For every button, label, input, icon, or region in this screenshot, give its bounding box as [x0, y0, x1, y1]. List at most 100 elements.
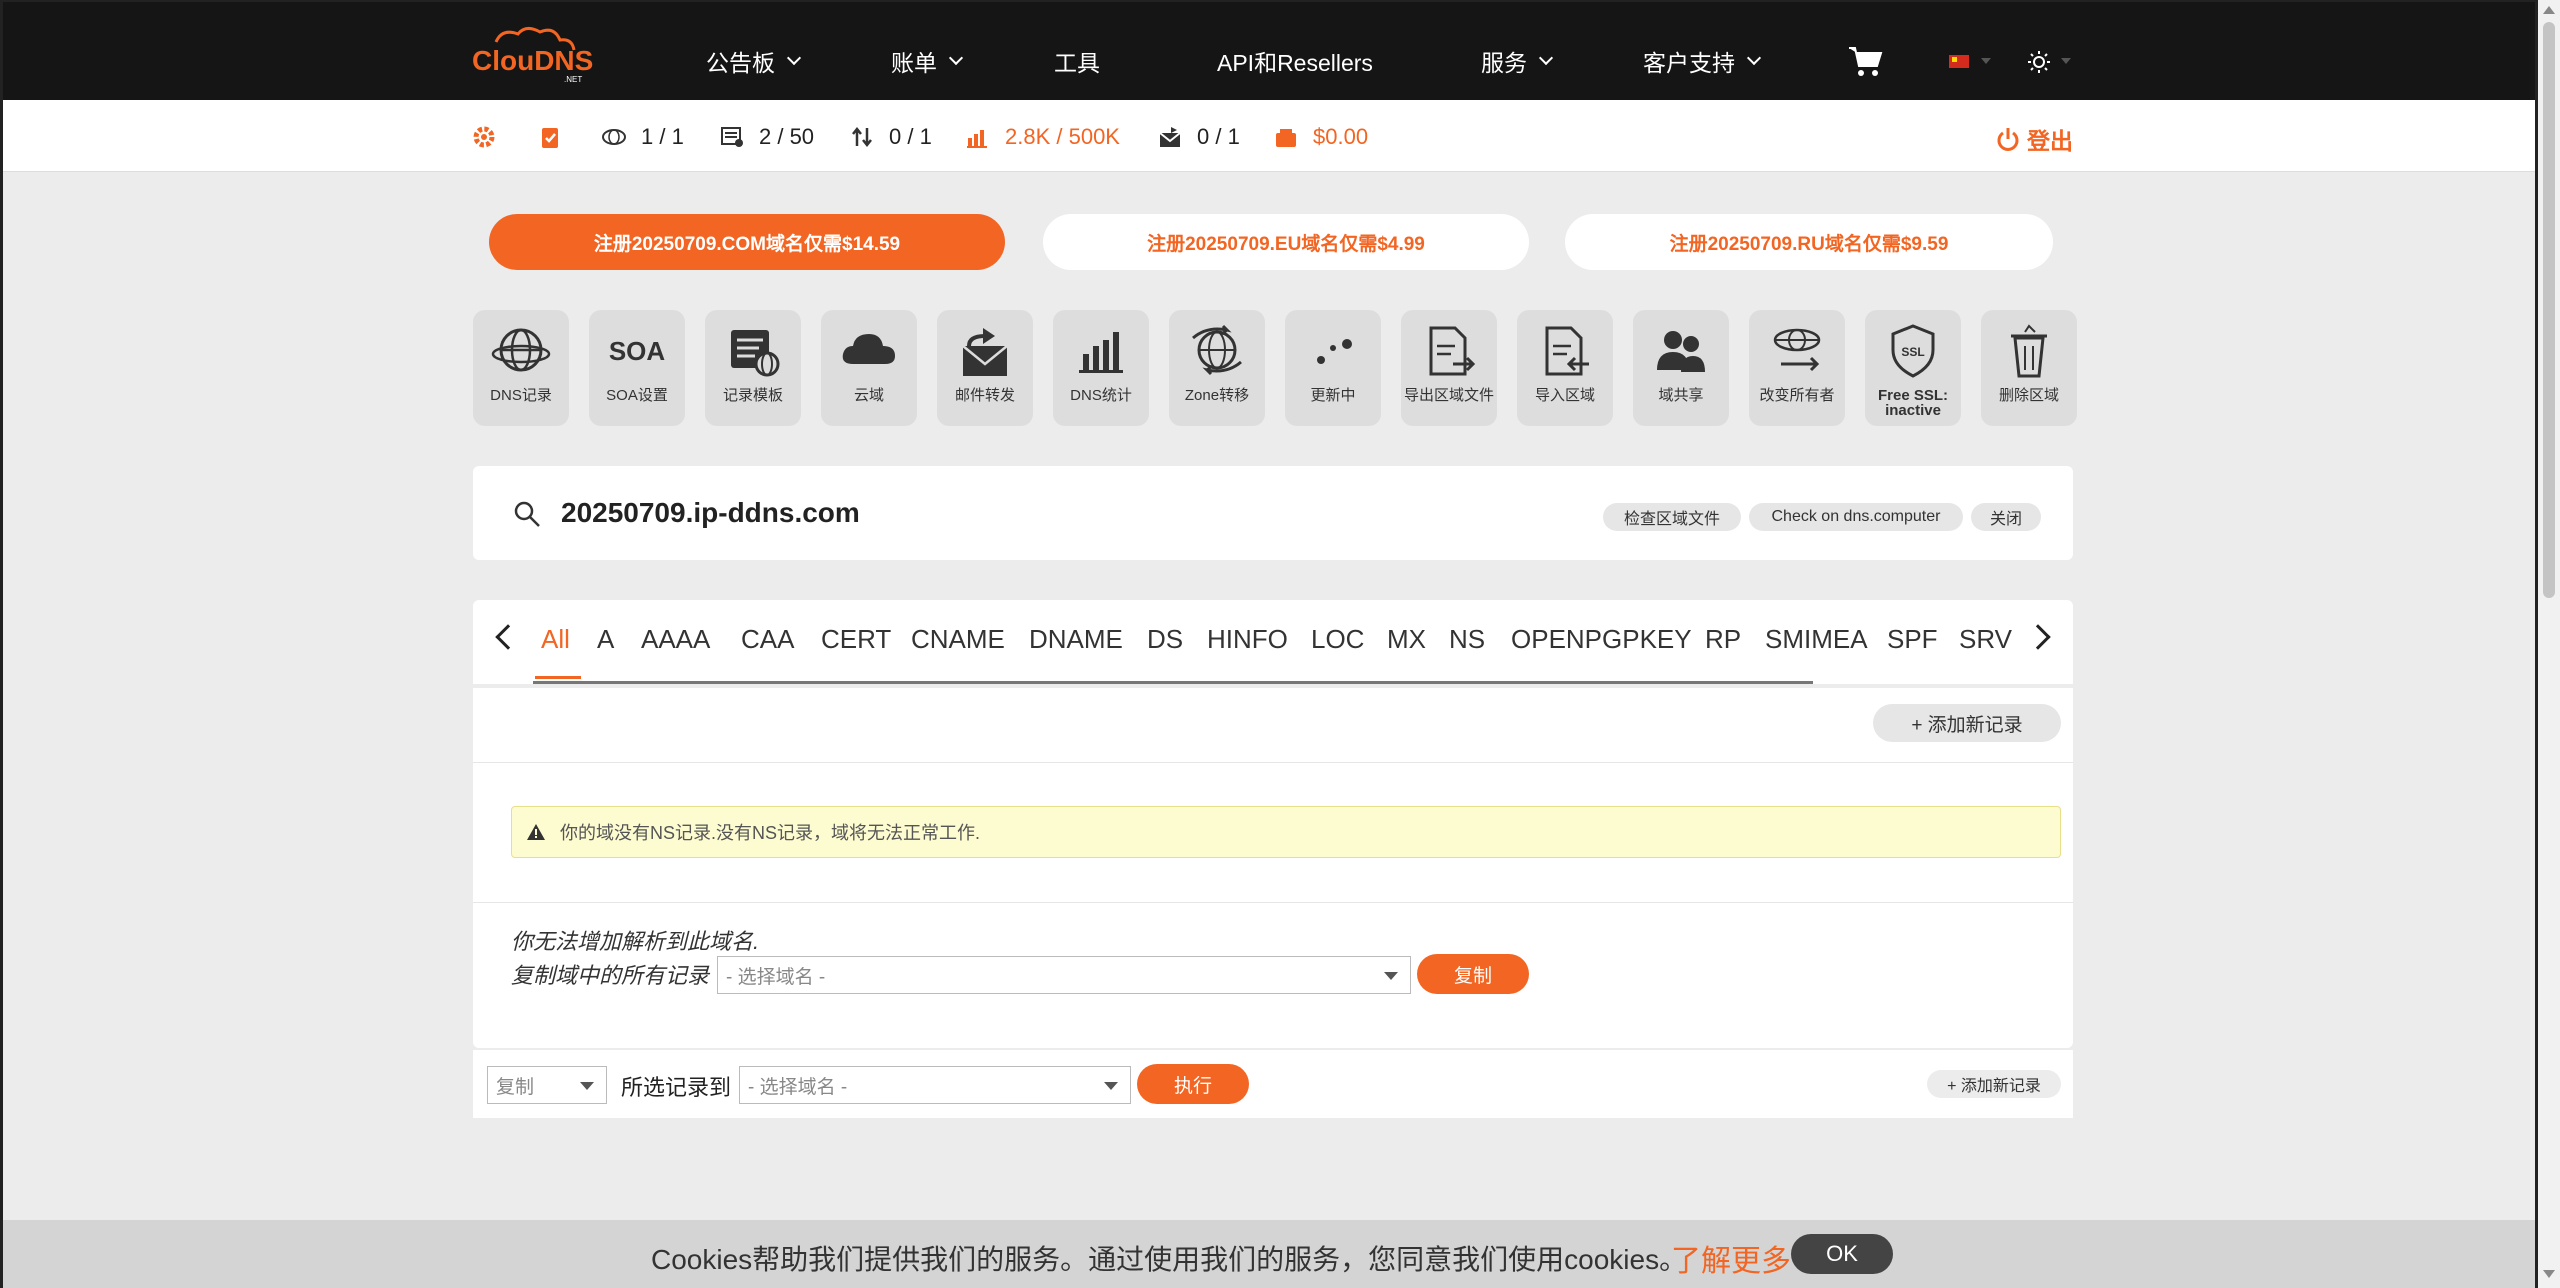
target-domain-select[interactable]: - 选择域名 - — [739, 1066, 1131, 1104]
warning-text: 你的域没有NS记录.没有NS记录，域将无法正常工作. — [560, 823, 981, 843]
tool-export-zone[interactable]: 导出区域文件 — [1401, 310, 1497, 426]
add-record-button[interactable]: + 添加新记录 — [1873, 704, 2061, 742]
top-navigation: ClouDNS .NET 公告板 账单 工具 API和Resellers 服务 … — [3, 2, 2535, 100]
tool-domain-sharing[interactable]: 域共享 — [1633, 310, 1729, 426]
globe-icon — [491, 328, 551, 372]
tab-hinfo[interactable]: HINFO — [1207, 624, 1288, 655]
tab-cname[interactable]: CNAME — [911, 624, 1005, 655]
check-dns-computer-button[interactable]: Check on dns.computer — [1749, 503, 1963, 531]
tab-mx[interactable]: MX — [1387, 624, 1426, 655]
tool-change-owner[interactable]: 改变所有者 — [1749, 310, 1845, 426]
nav-services[interactable]: 服务 — [1481, 44, 1554, 78]
divider — [473, 902, 2073, 903]
clipboard-check-icon[interactable] — [537, 124, 563, 150]
gear-icon[interactable] — [471, 124, 497, 150]
tool-delete-zone[interactable]: 删除区域 — [1981, 310, 2077, 426]
tab-cert[interactable]: CERT — [821, 624, 891, 655]
divider — [473, 762, 2073, 763]
tool-soa-settings[interactable]: SOA SOA设置 — [589, 310, 685, 426]
records-panel: + 添加新记录 你的域没有NS记录.没有NS记录，域将无法正常工作. 你无法增加… — [473, 688, 2073, 1048]
scroll-thumb[interactable] — [2543, 22, 2555, 598]
tool-dns-records[interactable]: DNS记录 — [473, 310, 569, 426]
check-zone-file-button[interactable]: 检查区域文件 — [1603, 503, 1741, 531]
tool-label: SOA设置 — [606, 387, 668, 404]
chevron-left-icon[interactable] — [495, 624, 521, 650]
nav-label: 账单 — [891, 50, 937, 76]
tool-dns-stats[interactable]: DNS统计 — [1053, 310, 1149, 426]
tool-label: 邮件转发 — [954, 387, 1015, 404]
nav-support[interactable]: 客户支持 — [1643, 44, 1762, 78]
tool-record-templates[interactable]: 记录模板 — [705, 310, 801, 426]
nav-api-resellers[interactable]: API和Resellers — [1217, 44, 1373, 78]
copy-button[interactable]: 复制 — [1417, 954, 1529, 994]
copy-all-label: 复制域中的所有记录 — [511, 963, 710, 988]
tab-ns[interactable]: NS — [1449, 624, 1485, 655]
logout-label: 登出 — [2027, 128, 2073, 154]
page-scrollbar[interactable] — [2538, 0, 2560, 1288]
bulk-action-select[interactable]: 复制 — [487, 1066, 607, 1104]
select-value: - 选择域名 - — [726, 966, 826, 988]
bar-chart-icon — [1079, 332, 1123, 373]
tool-label: 导出区域文件 — [1403, 387, 1494, 404]
sun-icon[interactable] — [2027, 50, 2051, 74]
tool-free-ssl[interactable]: SSL Free SSL: inactive — [1865, 310, 1961, 426]
nav-label: 工具 — [1054, 50, 1100, 76]
pill-label: 关闭 — [1989, 511, 2022, 528]
stat-queries-value: 2.8K / 500K — [1005, 124, 1120, 149]
globe-icon — [602, 129, 626, 145]
tabs-scrollbar[interactable] — [533, 681, 1813, 684]
tab-spf[interactable]: SPF — [1887, 624, 1938, 655]
add-record-small-button[interactable]: + 添加新记录 — [1927, 1070, 2061, 1098]
search-icon[interactable] — [513, 500, 541, 528]
promo-ru-button[interactable]: 注册20250709.RU域名仅需$9.59 — [1565, 214, 2053, 270]
tab-rp[interactable]: RP — [1705, 624, 1741, 655]
tab-smimea[interactable]: SMIMEA — [1765, 624, 1868, 655]
scroll-up-arrow-icon[interactable] — [2543, 6, 2555, 14]
copy-domain-select[interactable]: - 选择域名 - — [717, 956, 1411, 994]
flag-cn-icon[interactable] — [1949, 55, 1969, 68]
nav-label: 公告板 — [706, 50, 775, 76]
tab-loc[interactable]: LOC — [1311, 624, 1364, 655]
pill-label: 检查区域文件 — [1623, 511, 1720, 528]
cookie-banner: Cookies帮助我们提供我们的服务。通过使用我们的服务，您同意我们使用cook… — [3, 1220, 2535, 1288]
add-record-label: + 添加新记录 — [1911, 714, 2023, 736]
tab-openpgpkey[interactable]: OPENPGPKEY — [1511, 624, 1692, 655]
promo-label: 注册20250709.RU域名仅需$9.59 — [1669, 233, 1949, 255]
tool-updating[interactable]: 更新中 — [1285, 310, 1381, 426]
promo-eu-button[interactable]: 注册20250709.EU域名仅需$4.99 — [1043, 214, 1529, 270]
tool-mail-forwarding[interactable]: 邮件转发 — [937, 310, 1033, 426]
nav-tools[interactable]: 工具 — [1054, 44, 1100, 78]
tab-aaaa[interactable]: AAAA — [641, 624, 710, 655]
tool-import-zone[interactable]: 导入区域 — [1517, 310, 1613, 426]
nav-billing[interactable]: 账单 — [891, 44, 964, 78]
export-file-icon — [1429, 326, 1476, 376]
cookie-ok-button[interactable]: OK — [1791, 1234, 1893, 1274]
scroll-down-arrow-icon[interactable] — [2543, 1270, 2555, 1278]
ns-warning-alert: 你的域没有NS记录.没有NS记录，域将无法正常工作. — [511, 806, 2061, 858]
learn-more-link[interactable]: 了解更多 — [1671, 1236, 1791, 1280]
chevron-down-icon — [2061, 58, 2071, 64]
nav-bulletin[interactable]: 公告板 — [706, 44, 802, 78]
copy-label: 复制 — [1453, 965, 1492, 987]
cart-icon[interactable] — [1847, 44, 1883, 78]
tab-dname[interactable]: DNAME — [1029, 624, 1123, 655]
tool-cloud-domains[interactable]: 云域 — [821, 310, 917, 426]
tool-zone-transfer[interactable]: Zone转移 — [1169, 310, 1265, 426]
tab-ds[interactable]: DS — [1147, 624, 1183, 655]
cloudns-logo[interactable]: ClouDNS .NET — [468, 24, 598, 84]
chevron-down-icon — [1981, 58, 1991, 64]
svg-text:SOA: SOA — [609, 336, 666, 366]
tab-caa[interactable]: CAA — [741, 624, 794, 655]
execute-button[interactable]: 执行 — [1137, 1064, 1249, 1104]
promo-com-button[interactable]: 注册20250709.COM域名仅需$14.59 — [489, 214, 1005, 270]
ssl-shield-icon: SSL — [1891, 324, 1935, 378]
tab-a[interactable]: A — [597, 624, 614, 655]
close-button[interactable]: 关闭 — [1971, 503, 2041, 531]
stat-zones: 1 / 1 — [601, 124, 684, 150]
warning-icon — [527, 824, 545, 840]
tab-srv[interactable]: SRV — [1959, 624, 2012, 655]
chevron-down-icon — [1746, 50, 1762, 66]
chevron-right-icon[interactable] — [2025, 624, 2051, 650]
tab-all[interactable]: All — [541, 624, 570, 655]
logout-button[interactable]: 登出 — [1995, 122, 2073, 156]
